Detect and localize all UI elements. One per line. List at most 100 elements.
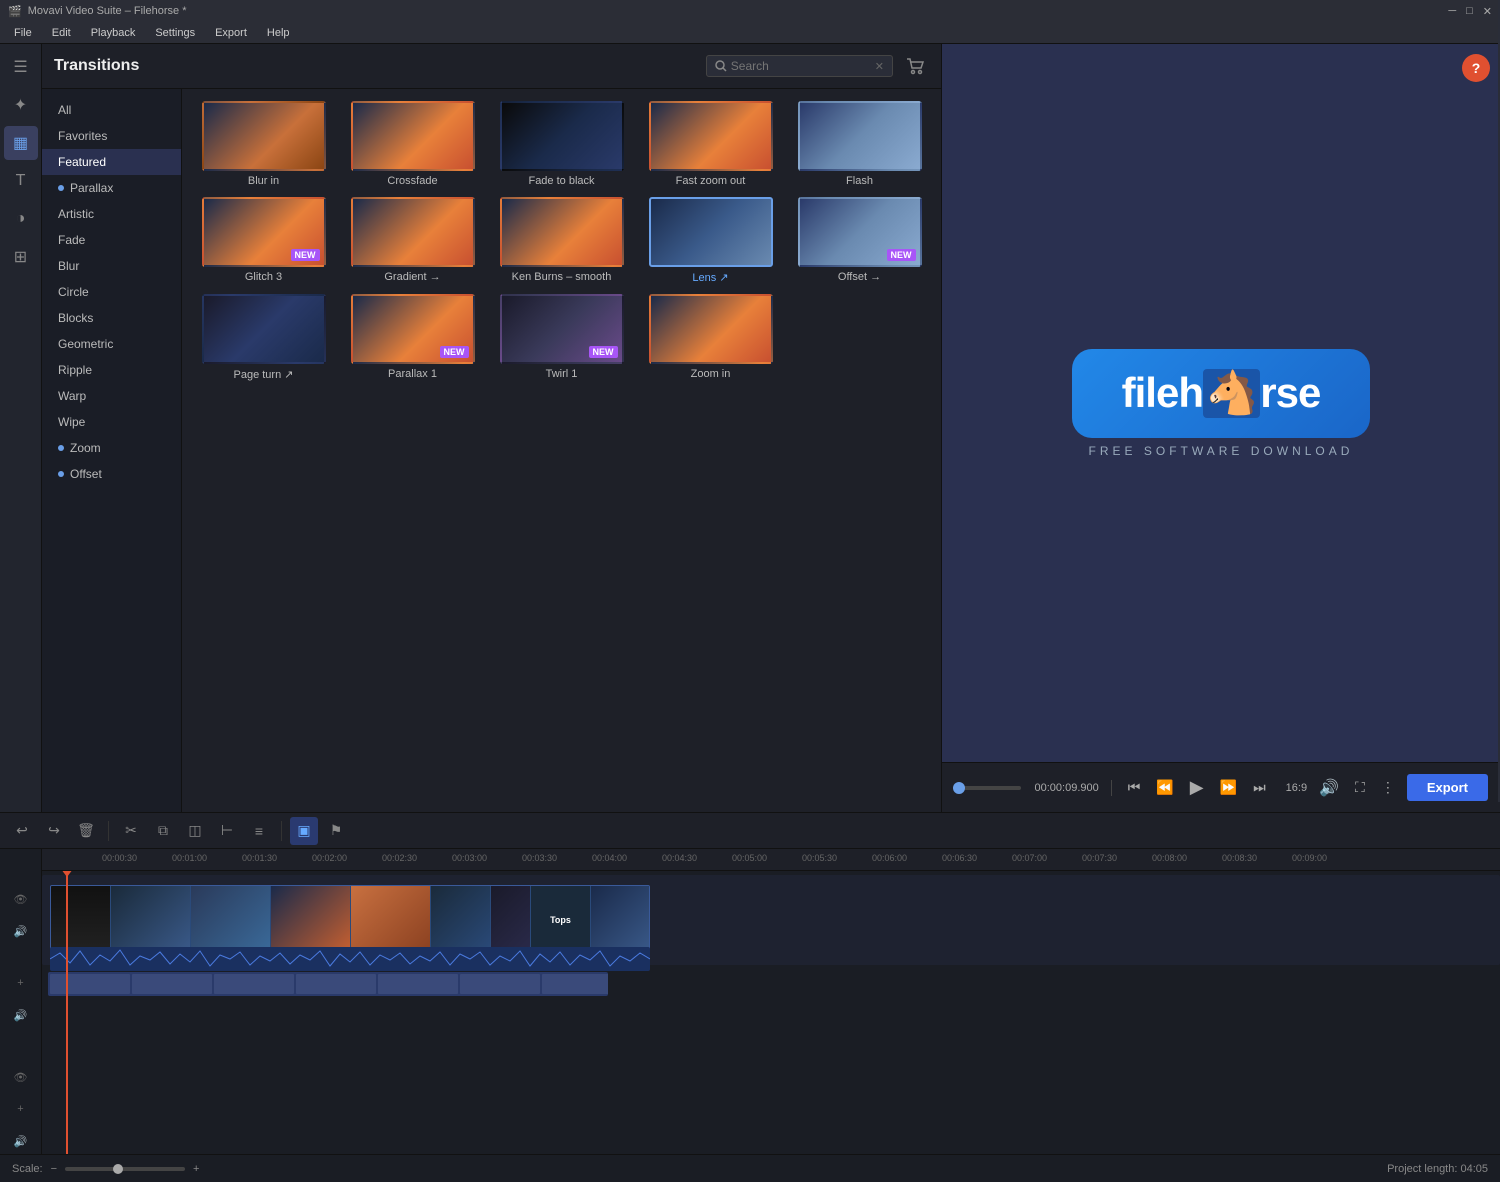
nav-warp[interactable]: Warp [42, 383, 181, 409]
copy-btn[interactable]: ⧉ [149, 817, 177, 845]
cut-btn[interactable]: ✂ [117, 817, 145, 845]
menu-export[interactable]: Export [205, 25, 257, 41]
transition-parallax[interactable]: NEW Parallax 1 [343, 294, 482, 381]
scale-handle[interactable] [113, 1164, 123, 1174]
clip-thumb-tops: Tops [531, 886, 591, 954]
transition-blur-in[interactable]: Blur in [194, 101, 333, 187]
progress-bar[interactable] [954, 786, 1021, 790]
nav-blur[interactable]: Blur [42, 253, 181, 279]
track-eye-btn-2[interactable]: 👁 [11, 1067, 31, 1087]
sidebar-effects-btn[interactable]: ✦ [4, 88, 38, 122]
transition-offset[interactable]: NEW Offset → [790, 197, 929, 284]
titlebar-left: 🎬 Movavi Video Suite – Filehorse * [8, 5, 186, 18]
audio-wave-svg [50, 947, 650, 971]
next-frame-btn[interactable]: ⏩ [1216, 777, 1241, 798]
titlebar: 🎬 Movavi Video Suite – Filehorse * ─ □ ✕ [0, 0, 1500, 22]
nav-favorites[interactable]: Favorites [42, 123, 181, 149]
maximize-btn[interactable]: □ [1466, 5, 1473, 18]
sidebar-transitions-btn[interactable]: ▦ [4, 126, 38, 160]
transition-lens[interactable]: Lens ↗ [641, 197, 780, 284]
titlebar-controls[interactable]: ─ □ ✕ [1448, 5, 1492, 18]
marker-btn[interactable]: ⚑ [322, 817, 350, 845]
track-add-btn[interactable]: + [11, 973, 31, 993]
prev-frame-btn[interactable]: ⏪ [1152, 777, 1177, 798]
transition-glitch[interactable]: NEW Glitch 3 [194, 197, 333, 284]
undo-btn[interactable]: ↩ [8, 817, 36, 845]
timeline-body: 👁 🔊 + 🔊 👁 + 🔊 00:00:30 00:01:00 00:01:30… [0, 849, 1500, 1154]
trim-btn[interactable]: ◫ [181, 817, 209, 845]
nav-featured[interactable]: Featured [42, 149, 181, 175]
transition-flash[interactable]: Flash [790, 101, 929, 187]
track-vol-btn-1[interactable]: 🔊 [11, 921, 31, 941]
transition-twirl[interactable]: NEW Twirl 1 [492, 294, 631, 381]
sidebar-media-btn[interactable]: ☰ [4, 50, 38, 84]
nav-blocks[interactable]: Blocks [42, 305, 181, 331]
cart-btn[interactable] [901, 52, 929, 80]
nav-zoom[interactable]: Zoom [42, 435, 181, 461]
fullscreen-btn[interactable]: ⛶ [1351, 777, 1369, 798]
transition-fade-black[interactable]: Fade to black [492, 101, 631, 187]
track-add-btn-2[interactable]: + [11, 1099, 31, 1119]
scale-zoom-in-icon[interactable]: + [193, 1163, 199, 1175]
redo-btn[interactable]: ↪ [40, 817, 68, 845]
volume-btn[interactable]: 🔊 [1315, 776, 1343, 800]
search-clear-icon[interactable]: ✕ [875, 60, 884, 73]
nav-dot-zoom [58, 445, 64, 451]
nav-offset[interactable]: Offset [42, 461, 181, 487]
skip-end-btn[interactable]: ⏭ [1249, 777, 1270, 798]
track-vol-btn-3[interactable]: 🔊 [11, 1131, 31, 1151]
playhead[interactable] [66, 871, 68, 1154]
delete-btn[interactable]: 🗑 [72, 817, 100, 845]
export-button[interactable]: Export [1407, 774, 1488, 801]
help-button[interactable]: ? [1462, 54, 1490, 82]
sidebar-text-btn[interactable]: T [4, 164, 38, 198]
close-btn[interactable]: ✕ [1483, 5, 1492, 18]
nav-geometric[interactable]: Geometric [42, 331, 181, 357]
more-options-btn[interactable]: ⋮ [1377, 777, 1399, 798]
transition-page-turn[interactable]: Page turn ↗ [194, 294, 333, 381]
nav-all[interactable]: All [42, 97, 181, 123]
transition-ken-burns[interactable]: Ken Burns – smooth [492, 197, 631, 284]
transition-fast-zoom[interactable]: Fast zoom out [641, 101, 780, 187]
ctrl-separator-1 [1111, 780, 1112, 796]
sidebar-overlays-btn[interactable]: ⊞ [4, 240, 38, 274]
minimize-btn[interactable]: ─ [1448, 5, 1456, 18]
scale-zoom-out-icon[interactable]: − [51, 1163, 57, 1175]
nav-artistic[interactable]: Artistic [42, 201, 181, 227]
transition-thumb-page-turn [202, 294, 326, 364]
menu-settings[interactable]: Settings [145, 25, 205, 41]
sidebar-filters-btn[interactable]: ◑ [4, 202, 38, 236]
nav-wipe[interactable]: Wipe [42, 409, 181, 435]
nav-ripple[interactable]: Ripple [42, 357, 181, 383]
clip-props-btn[interactable]: ▣ [290, 817, 318, 845]
transition-zoom-in[interactable]: Zoom in [641, 294, 780, 381]
menu-help[interactable]: Help [257, 25, 300, 41]
nav-circle[interactable]: Circle [42, 279, 181, 305]
menu-playback[interactable]: Playback [81, 25, 146, 41]
play-btn[interactable]: ▶ [1186, 775, 1208, 800]
audio-wave-container [50, 947, 650, 971]
progress-handle[interactable] [953, 782, 965, 794]
ruler-mark-10: 00:05:30 [802, 853, 837, 863]
menu-edit[interactable]: Edit [42, 25, 81, 41]
transition-gradient[interactable]: Gradient → [343, 197, 482, 284]
track-vol-btn-2[interactable]: 🔊 [11, 1005, 31, 1025]
ruler-mark-17: 00:09:00 [1292, 853, 1327, 863]
video-clip-container[interactable]: Tops [50, 885, 650, 955]
nav-fade[interactable]: Fade [42, 227, 181, 253]
transition-thumb-gradient [351, 197, 475, 267]
scale-slider[interactable] [65, 1167, 185, 1171]
nav-parallax[interactable]: Parallax [42, 175, 181, 201]
track-eye-btn-1[interactable]: 👁 [11, 889, 31, 909]
ruler-mark-1: 00:01:00 [172, 853, 207, 863]
menu-file[interactable]: File [4, 25, 42, 41]
transition-thumb-fade-black [500, 101, 624, 171]
split-btn[interactable]: ⊢ [213, 817, 241, 845]
skip-start-btn[interactable]: ⏮ [1124, 777, 1145, 798]
subtitle-inner[interactable] [48, 972, 608, 996]
transition-crossfade[interactable]: Crossfade [343, 101, 482, 187]
search-box[interactable]: ✕ [706, 55, 893, 77]
search-input[interactable] [731, 59, 871, 73]
ruler-mark-3: 00:02:00 [312, 853, 347, 863]
color-btn[interactable]: ≡ [245, 817, 273, 845]
